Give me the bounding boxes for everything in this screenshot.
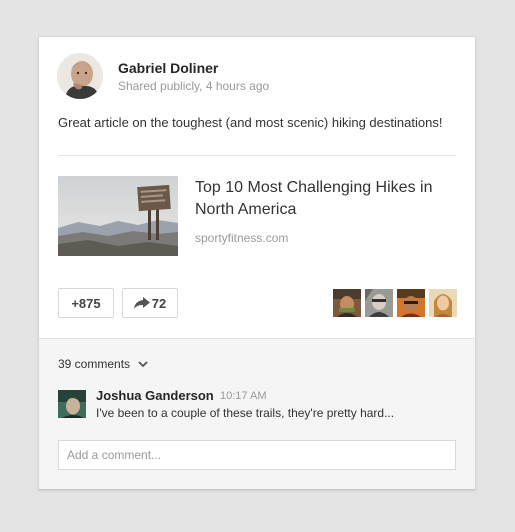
- sharer-avatar[interactable]: [397, 289, 425, 317]
- plus-one-button[interactable]: +875: [58, 288, 114, 318]
- link-thumbnail[interactable]: [58, 176, 178, 256]
- author-avatar-image: [57, 53, 103, 99]
- comments-toggle[interactable]: 39 comments: [58, 357, 148, 371]
- author-avatar[interactable]: [57, 53, 103, 99]
- comments-section: 39 comments Joshua Ganderson 10:17 AM I'…: [39, 338, 475, 489]
- share-arrow-icon: [133, 297, 150, 309]
- add-comment-input[interactable]: [58, 440, 456, 470]
- chevron-down-icon: [138, 360, 148, 368]
- link-thumbnail-image: [58, 176, 178, 256]
- comment-time: 10:17 AM: [220, 390, 267, 402]
- link-title[interactable]: Top 10 Most Challenging Hikes in North A…: [195, 177, 435, 221]
- comment-text: I've been to a couple of these trails, t…: [96, 406, 395, 420]
- link-domain[interactable]: sportyfitness.com: [195, 231, 288, 245]
- commenter-name[interactable]: Joshua Ganderson: [96, 388, 214, 403]
- sharer-avatar[interactable]: [429, 289, 457, 317]
- share-button[interactable]: 72: [122, 288, 178, 318]
- post-meta: Shared publicly, 4 hours ago: [118, 79, 270, 93]
- post-card: Gabriel Doliner Shared publicly, 4 hours…: [38, 36, 476, 490]
- divider: [58, 155, 456, 156]
- plus-one-label: +875: [71, 295, 101, 311]
- comments-count: 39 comments: [58, 357, 131, 371]
- author-name[interactable]: Gabriel Doliner: [118, 60, 218, 76]
- sharer-avatar[interactable]: [365, 289, 393, 317]
- post-text: Great article on the toughest (and most …: [58, 115, 443, 130]
- share-count: 72: [151, 295, 167, 311]
- commenter-avatar[interactable]: [58, 390, 86, 418]
- sharer-avatar[interactable]: [333, 289, 361, 317]
